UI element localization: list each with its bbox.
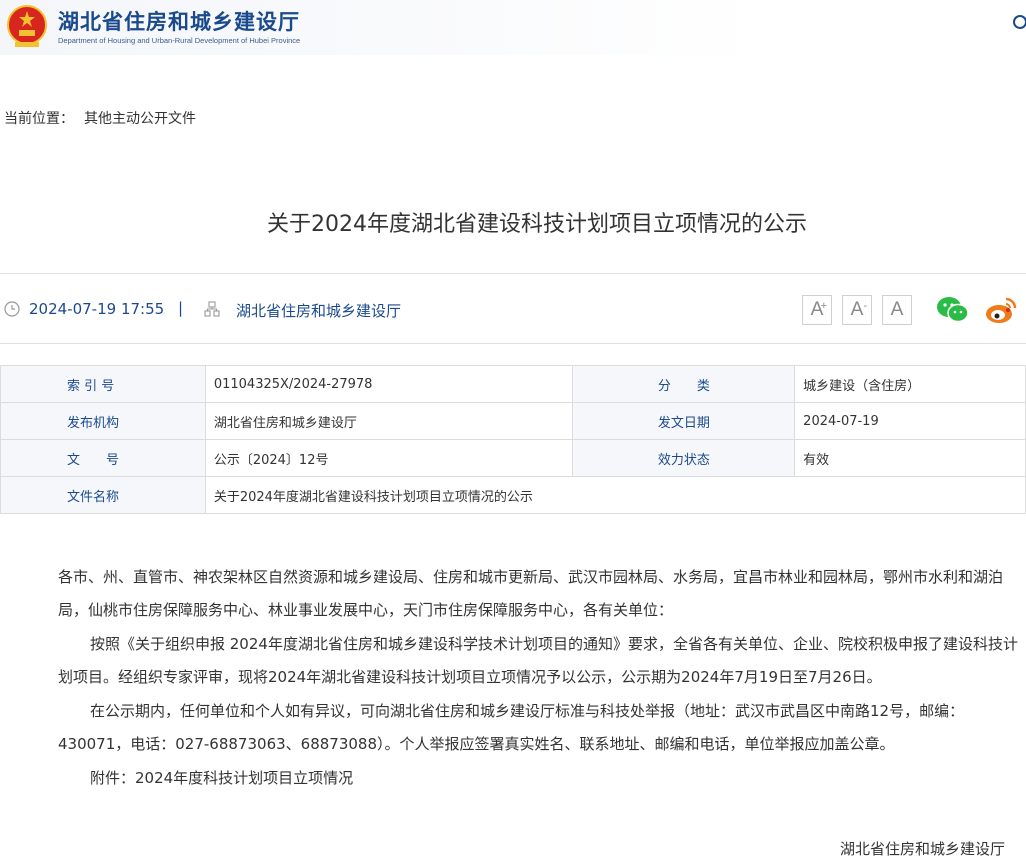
font-increase-button[interactable]: A +	[802, 295, 832, 325]
font-reset-button[interactable]: A	[882, 295, 912, 325]
attachment-link[interactable]: 附件：2024年度科技计划项目立项情况	[58, 762, 1026, 795]
breadcrumb-link-current[interactable]: 其他主动公开文件	[84, 111, 196, 127]
table-value: 01104325X/2024-27978	[204, 365, 574, 403]
article-content: 各市、州、直管市、神农架林区自然资源和城乡建设局、住房和城市更新局、武汉市园林局…	[58, 561, 1026, 795]
meta-separator: |	[178, 299, 184, 317]
table-value: 关于2024年度湖北省建设科技计划项目立项情况的公示	[204, 476, 1026, 514]
organization-icon	[204, 301, 220, 317]
national-emblem-icon[interactable]	[6, 4, 48, 48]
table-value: 城乡建设（含住房）	[794, 365, 1026, 403]
body-paragraph: 在公示期内，任何单位和个人如有异议，可向湖北省住房和城乡建设厅标准与科技处举报（…	[58, 702, 965, 753]
table-value: 湖北省住房和城乡建设厅	[204, 402, 574, 440]
meta-bar: 2024-07-19 17:55 | 湖北省住房和城乡建设厅 A + A- A	[0, 287, 1026, 331]
table-value: 2024-07-19	[794, 402, 1026, 440]
table-row: 发布机构 湖北省住房和城乡建设厅 发文日期 2024-07-19	[0, 402, 1026, 440]
table-row: 文件名称 关于2024年度湖北省建设科技计划项目立项情况的公示	[0, 476, 1026, 514]
publish-source: 湖北省住房和城乡建设厅	[236, 302, 402, 320]
table-label: 索 引 号	[0, 365, 206, 403]
divider	[0, 273, 1026, 274]
document-info-table: 索 引 号 01104325X/2024-27978 分 类 城乡建设（含住房）…	[0, 365, 1026, 514]
body-paragraph: 按照《关于组织申报 2024年度湖北省住房和城乡建设科学技术计划项目的通知》要求…	[58, 635, 1018, 686]
table-row: 文 号 公示〔2024〕12号 效力状态 有效	[0, 439, 1026, 477]
table-value: 公示〔2024〕12号	[204, 439, 574, 477]
font-decrease-button[interactable]: A-	[842, 295, 872, 325]
divider	[0, 343, 1026, 344]
table-value: 有效	[794, 439, 1026, 477]
greeting-paragraph: 各市、州、直管市、神农架林区自然资源和城乡建设局、住房和城市更新局、武汉市园林局…	[58, 568, 1004, 619]
search-icon[interactable]	[1012, 15, 1026, 31]
breadcrumb-label: 当前位置：	[4, 111, 74, 127]
page-title: 关于2024年度湖北省建设科技计划项目立项情况的公示	[267, 212, 807, 237]
breadcrumb: 当前位置： 其他主动公开文件	[4, 108, 196, 128]
table-label: 效力状态	[572, 439, 796, 477]
wechat-icon[interactable]	[936, 295, 970, 325]
table-label: 文件名称	[0, 476, 206, 514]
site-header: 湖北省住房和城乡建设厅 Department of Housing and Ur…	[0, 0, 1026, 55]
site-subtitle: Department of Housing and Urban-Rural De…	[58, 36, 301, 45]
table-label: 发文日期	[572, 402, 796, 440]
publish-date: 2024-07-19 17:55	[29, 300, 165, 318]
table-label: 文 号	[0, 439, 206, 477]
weibo-icon[interactable]	[984, 295, 1018, 325]
site-title[interactable]: 湖北省住房和城乡建设厅	[58, 6, 300, 36]
table-label: 发布机构	[0, 402, 206, 440]
clock-icon	[4, 301, 20, 317]
table-label: 分 类	[572, 365, 796, 403]
signature: 湖北省住房和城乡建设厅	[840, 840, 1006, 858]
table-row: 索 引 号 01104325X/2024-27978 分 类 城乡建设（含住房）	[0, 365, 1026, 403]
